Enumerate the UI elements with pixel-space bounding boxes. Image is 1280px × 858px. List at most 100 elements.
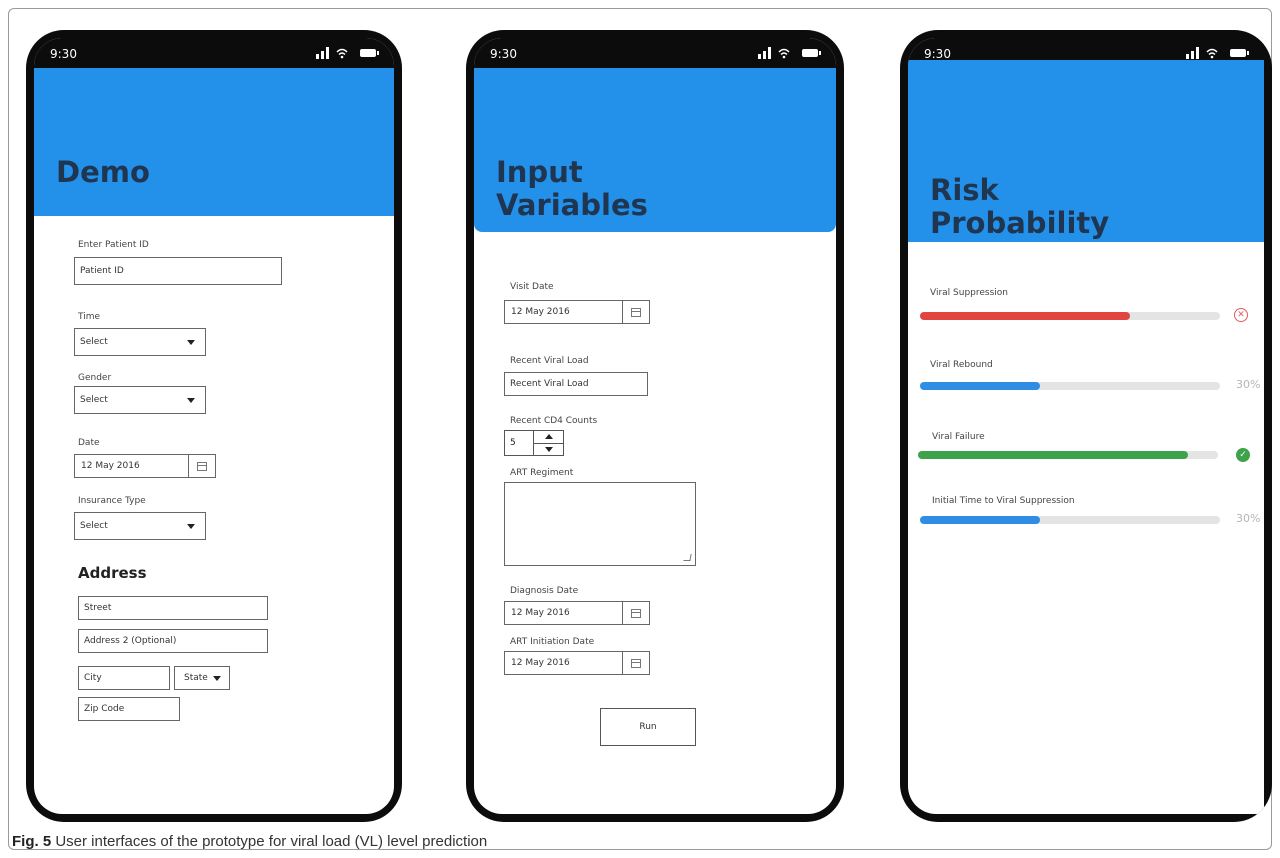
status-time: 9:30: [924, 47, 951, 61]
risk-label-initial-time: Initial Time to Viral Suppression: [932, 496, 1075, 506]
input-header: Input Variables: [474, 68, 836, 232]
signal-icon: [763, 51, 766, 59]
visit-date-label: Visit Date: [510, 282, 554, 292]
wifi-icon: [778, 48, 790, 59]
art-initiation-date-field[interactable]: 12 May 2016: [504, 651, 650, 675]
visit-date-value[interactable]: 12 May 2016: [504, 300, 622, 324]
time-label: Time: [78, 312, 101, 322]
signal-icon: [768, 47, 771, 59]
signal-icon: [1196, 47, 1199, 59]
zip-input[interactable]: Zip Code: [78, 697, 180, 721]
visit-date-field[interactable]: 12 May 2016: [504, 300, 650, 324]
chevron-down-icon: [187, 398, 195, 403]
signal-icon: [321, 51, 324, 59]
signal-icon: [758, 54, 761, 59]
art-initiation-label: ART Initiation Date: [510, 637, 595, 647]
signal-icon: [326, 47, 329, 59]
status-icons: [758, 47, 821, 59]
signal-icon: [1191, 51, 1194, 59]
insurance-select-value: Select: [80, 521, 108, 531]
chevron-down-icon: [213, 676, 221, 681]
decrement-button[interactable]: [534, 443, 563, 455]
time-select-value: Select: [80, 337, 108, 347]
chevron-down-icon: [187, 524, 195, 529]
risk-progress-fill: [918, 451, 1188, 459]
page-title-line2: Probability: [930, 206, 1110, 240]
calendar-icon: [197, 461, 207, 471]
risk-header: Risk Probability: [908, 60, 1264, 242]
patient-id-label: Enter Patient ID: [78, 240, 149, 250]
status-bar: 9:30: [34, 38, 394, 68]
cd4-label: Recent CD4 Counts: [510, 416, 598, 426]
risk-progress-track: [918, 451, 1218, 459]
city-input[interactable]: City: [78, 666, 170, 690]
battery-icon: [1230, 49, 1249, 57]
error-icon: ✕: [1234, 308, 1248, 322]
figure-caption-text: User interfaces of the prototype for vir…: [55, 833, 488, 850]
date-field[interactable]: 12 May 2016: [74, 454, 216, 478]
art-regiment-textarea[interactable]: [504, 482, 696, 566]
risk-label-viral-suppression: Viral Suppression: [930, 288, 1009, 298]
status-bar: 9:30: [474, 38, 836, 68]
run-button[interactable]: Run: [600, 708, 696, 746]
wifi-icon: [1206, 48, 1218, 59]
input-screen: 9:30 Input Variables Visit Date 12 May 2…: [474, 38, 836, 814]
status-icons: [316, 47, 379, 59]
time-select[interactable]: Select: [74, 328, 206, 356]
risk-percent: 30%: [1236, 378, 1261, 391]
page-title: Risk Probability: [930, 174, 1109, 240]
calendar-icon: [631, 307, 641, 317]
address-title: Address: [78, 564, 147, 582]
risk-label-viral-rebound: Viral Rebound: [930, 360, 993, 370]
diagnosis-date-field[interactable]: 12 May 2016: [504, 601, 650, 625]
patient-id-input[interactable]: Patient ID: [74, 257, 282, 285]
page-title: Demo: [56, 155, 150, 189]
increment-button[interactable]: [534, 431, 563, 444]
calendar-button[interactable]: [622, 651, 650, 675]
stepper-buttons: [534, 430, 564, 456]
diagnosis-date-label: Diagnosis Date: [510, 586, 579, 596]
phone-risk-probability: 9:30 Risk Probability Viral Suppression …: [900, 30, 1272, 822]
state-select-value: State: [184, 673, 208, 683]
battery-icon: [802, 49, 821, 57]
page-title-line1: Input: [496, 155, 583, 189]
page-title: Input Variables: [496, 156, 648, 222]
page-title-line1: Risk: [930, 173, 999, 207]
art-initiation-date-value[interactable]: 12 May 2016: [504, 651, 622, 675]
demo-header: Demo: [34, 68, 394, 216]
chevron-down-icon: [187, 340, 195, 345]
wifi-icon: [336, 48, 348, 59]
date-label: Date: [78, 438, 100, 448]
recent-vl-input[interactable]: Recent Viral Load: [504, 372, 648, 396]
risk-progress-track: [920, 382, 1220, 390]
battery-icon: [360, 49, 379, 57]
risk-progress-track: [920, 516, 1220, 524]
calendar-icon: [631, 658, 641, 668]
cd4-value[interactable]: 5: [504, 430, 534, 456]
gender-select-value: Select: [80, 395, 108, 405]
calendar-button[interactable]: [622, 300, 650, 324]
calendar-button[interactable]: [622, 601, 650, 625]
page-title-line2: Variables: [496, 188, 648, 222]
state-select[interactable]: State: [174, 666, 230, 690]
date-value[interactable]: 12 May 2016: [74, 454, 188, 478]
resize-handle[interactable]: [683, 554, 692, 561]
risk-progress-fill: [920, 312, 1130, 320]
insurance-label: Insurance Type: [78, 496, 146, 506]
gender-select[interactable]: Select: [74, 386, 206, 414]
check-icon: ✓: [1236, 448, 1250, 462]
cd4-stepper[interactable]: 5: [504, 430, 564, 456]
risk-progress-track: [920, 312, 1220, 320]
phone-input-variables: 9:30 Input Variables Visit Date 12 May 2…: [466, 30, 844, 822]
gender-label: Gender: [78, 373, 112, 383]
signal-icon: [316, 54, 319, 59]
risk-percent: 30%: [1236, 512, 1261, 525]
address2-input[interactable]: Address 2 (Optional): [78, 629, 268, 653]
diagnosis-date-value[interactable]: 12 May 2016: [504, 601, 622, 625]
street-input[interactable]: Street: [78, 596, 268, 620]
status-icons: [1186, 47, 1249, 59]
insurance-select[interactable]: Select: [74, 512, 206, 540]
risk-label-viral-failure: Viral Failure: [932, 432, 985, 442]
risk-progress-fill: [920, 382, 1040, 390]
calendar-button[interactable]: [188, 454, 216, 478]
